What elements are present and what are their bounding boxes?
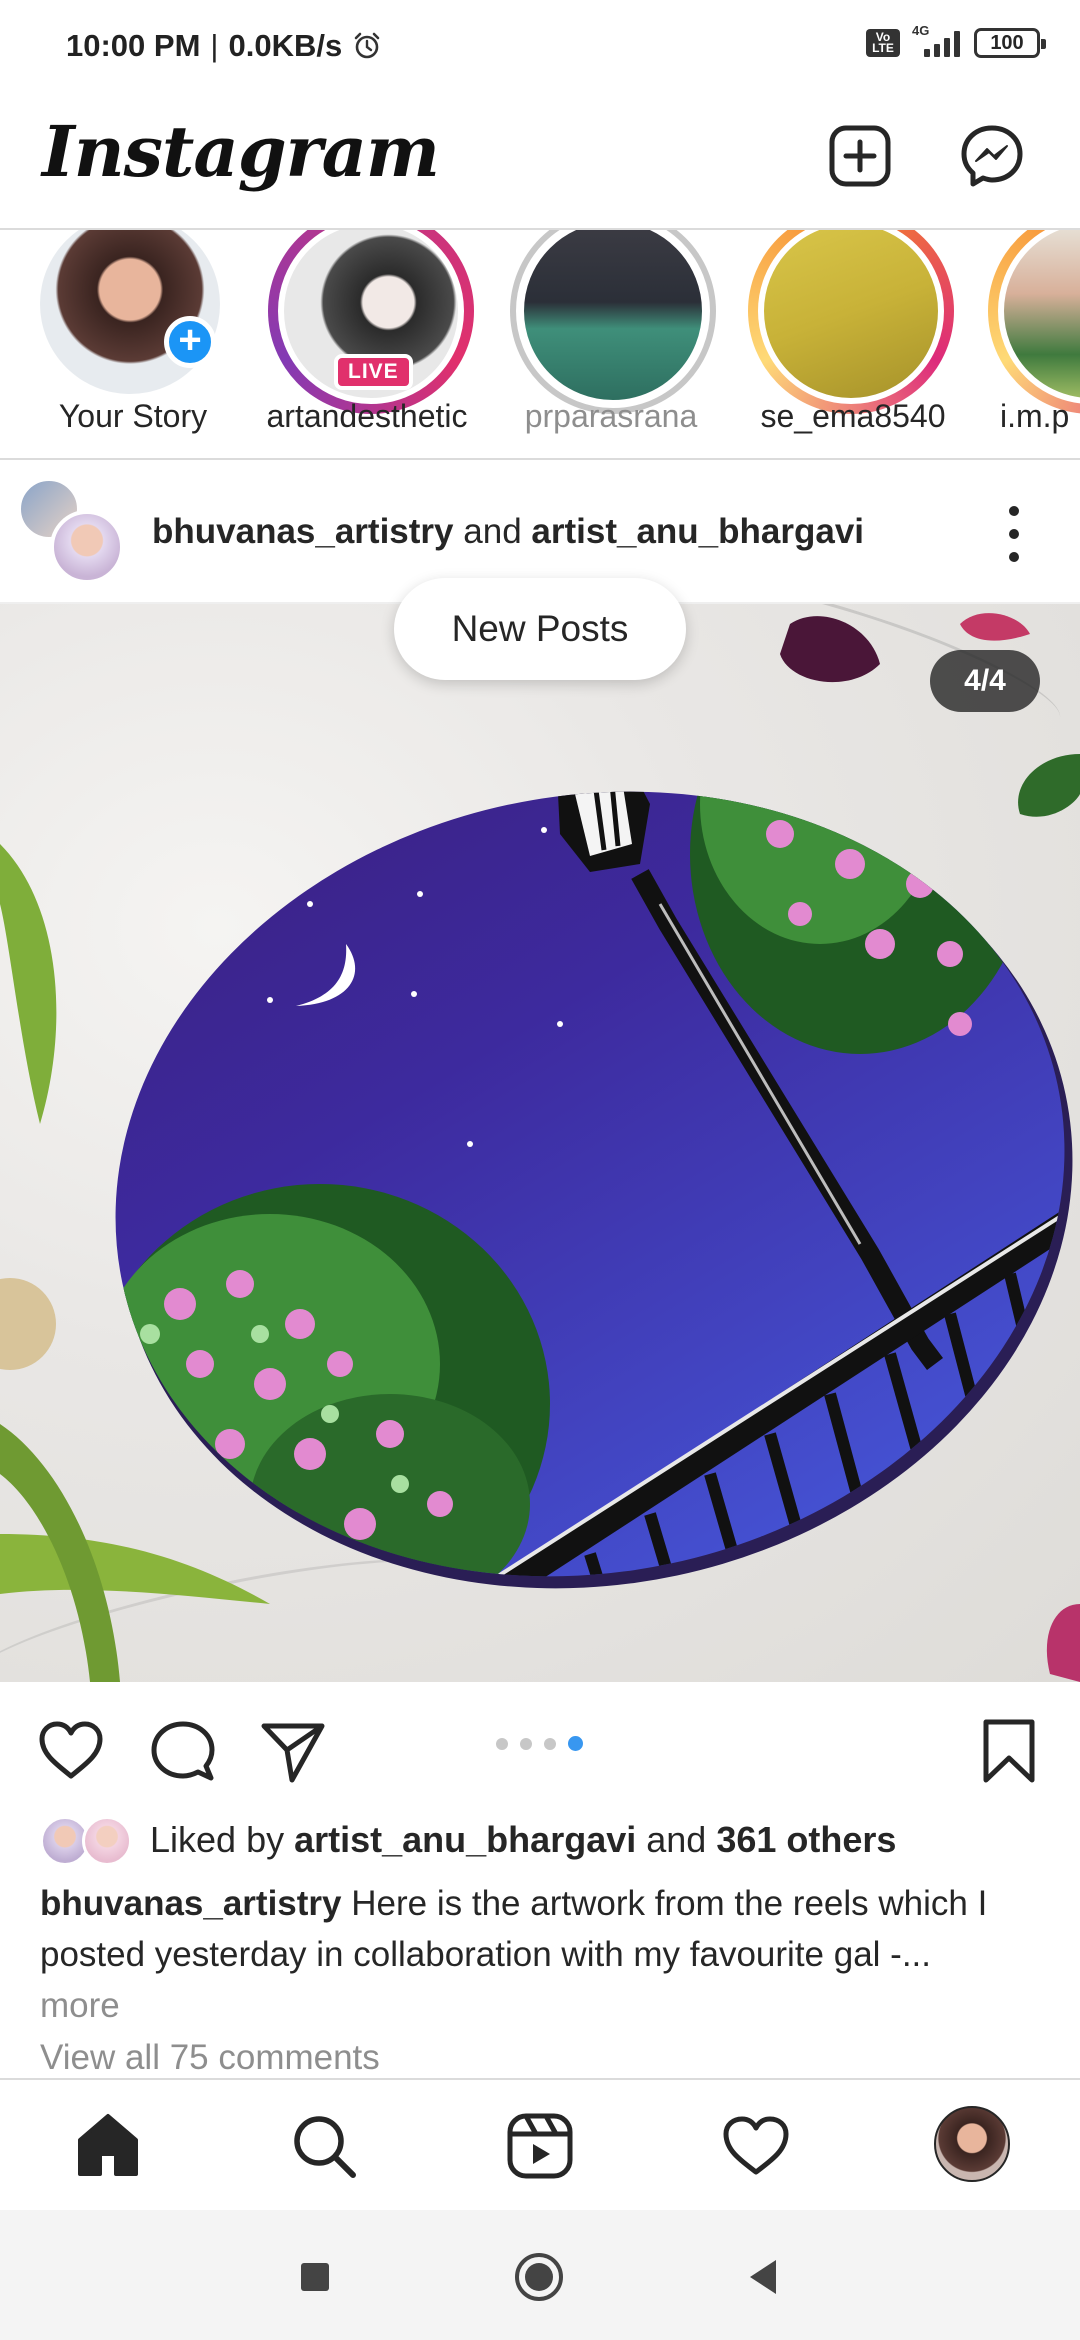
post-image[interactable]: 4/4 [0, 604, 1080, 1682]
story-artandesthetic[interactable]: LIVE artandesthetic [250, 230, 480, 458]
story-prparasrana[interactable]: prparasrana [490, 230, 720, 458]
liker-username[interactable]: artist_anu_bhargavi [294, 1819, 636, 1860]
battery-icon: 100 [974, 28, 1046, 58]
carousel-indicator [496, 1736, 583, 1751]
add-story-icon[interactable]: + [164, 316, 216, 368]
carousel-dot [496, 1737, 508, 1750]
likes-prefix: Liked by [150, 1819, 285, 1860]
home-icon[interactable] [72, 2110, 144, 2182]
network-speed: 0.0KB/s [228, 28, 343, 63]
status-bar: 10:00 PM | 0.0KB/s Vo LTE 4G 100 [0, 0, 1080, 96]
back-button[interactable] [736, 2250, 790, 2304]
search-icon[interactable] [288, 2110, 360, 2182]
profile-avatar[interactable] [934, 2106, 1010, 2182]
carousel-dot-active [568, 1736, 583, 1751]
slide-counter: 4/4 [930, 650, 1040, 712]
signal-icon: 4G [912, 23, 960, 57]
post-authors: bhuvanas_artistry and artist_anu_bhargav… [152, 512, 864, 552]
clock: 10:00 PM [66, 28, 201, 63]
liker-avatars [40, 1812, 136, 1868]
story-i-m-p[interactable]: i.m.p [972, 230, 1080, 458]
comment-icon[interactable] [148, 1716, 218, 1786]
status-separator: | [210, 28, 219, 63]
story-label: se_ema8540 [760, 398, 946, 434]
story-label: prparasrana [524, 398, 698, 434]
likes-row[interactable]: Liked by artist_anu_bhargavi and 361 oth… [40, 1812, 896, 1868]
carousel-dot [544, 1737, 556, 1750]
likes-count[interactable]: 361 others [716, 1819, 896, 1860]
post-caption: bhuvanas_artistry Here is the artwork fr… [40, 1878, 1050, 2031]
instagram-logo[interactable]: Instagram [42, 110, 440, 193]
messenger-icon[interactable] [958, 122, 1026, 190]
liker-avatar [82, 1816, 132, 1866]
save-bookmark-icon[interactable] [974, 1716, 1044, 1786]
system-navigation-bar [0, 2210, 1080, 2340]
bottom-nav [0, 2078, 1080, 2210]
live-badge: LIVE [334, 354, 413, 390]
recents-button[interactable] [288, 2250, 342, 2304]
network-type: 4G [912, 23, 930, 38]
activity-heart-icon[interactable] [720, 2110, 792, 2182]
stories-tray[interactable]: Your Story + LIVE artandesthetic prparas… [0, 230, 1080, 460]
status-right: Vo LTE 4G 100 [866, 23, 1046, 58]
story-se_ema8540[interactable]: se_ema8540 [732, 230, 962, 458]
carousel-dot [520, 1737, 532, 1750]
post-author-avatars[interactable] [18, 478, 128, 588]
new-post-icon[interactable] [826, 122, 894, 190]
story-label: Your Story [58, 398, 208, 434]
authors-connector: and [463, 512, 522, 551]
author-username-2[interactable]: artist_anu_bhargavi [531, 512, 864, 551]
author-username-1[interactable]: bhuvanas_artistry [152, 512, 454, 551]
likes-connector: and [646, 1819, 707, 1860]
more-options-icon[interactable] [1004, 506, 1024, 562]
alarm-icon [354, 32, 380, 59]
view-comments-link[interactable]: View all 75 comments [40, 2038, 380, 2078]
story-avatar[interactable] [40, 230, 220, 394]
painting-illustration [0, 613, 1080, 1682]
volte-icon: Vo LTE [866, 29, 900, 57]
story-label: i.m.p [1000, 398, 1070, 434]
reels-icon[interactable] [504, 2110, 576, 2182]
story-label: artandesthetic [266, 398, 468, 434]
caption-username[interactable]: bhuvanas_artistry [40, 1884, 342, 1923]
status-left: 10:00 PM | 0.0KB/s [66, 28, 382, 64]
like-heart-icon[interactable] [36, 1716, 106, 1786]
home-button[interactable] [512, 2250, 566, 2304]
author-avatar-2[interactable] [50, 510, 124, 584]
share-send-icon[interactable] [258, 1716, 328, 1786]
app-header: Instagram [0, 96, 1080, 230]
new-posts-button[interactable]: New Posts [394, 578, 686, 680]
caption-more-link[interactable]: more [40, 1980, 1050, 2031]
